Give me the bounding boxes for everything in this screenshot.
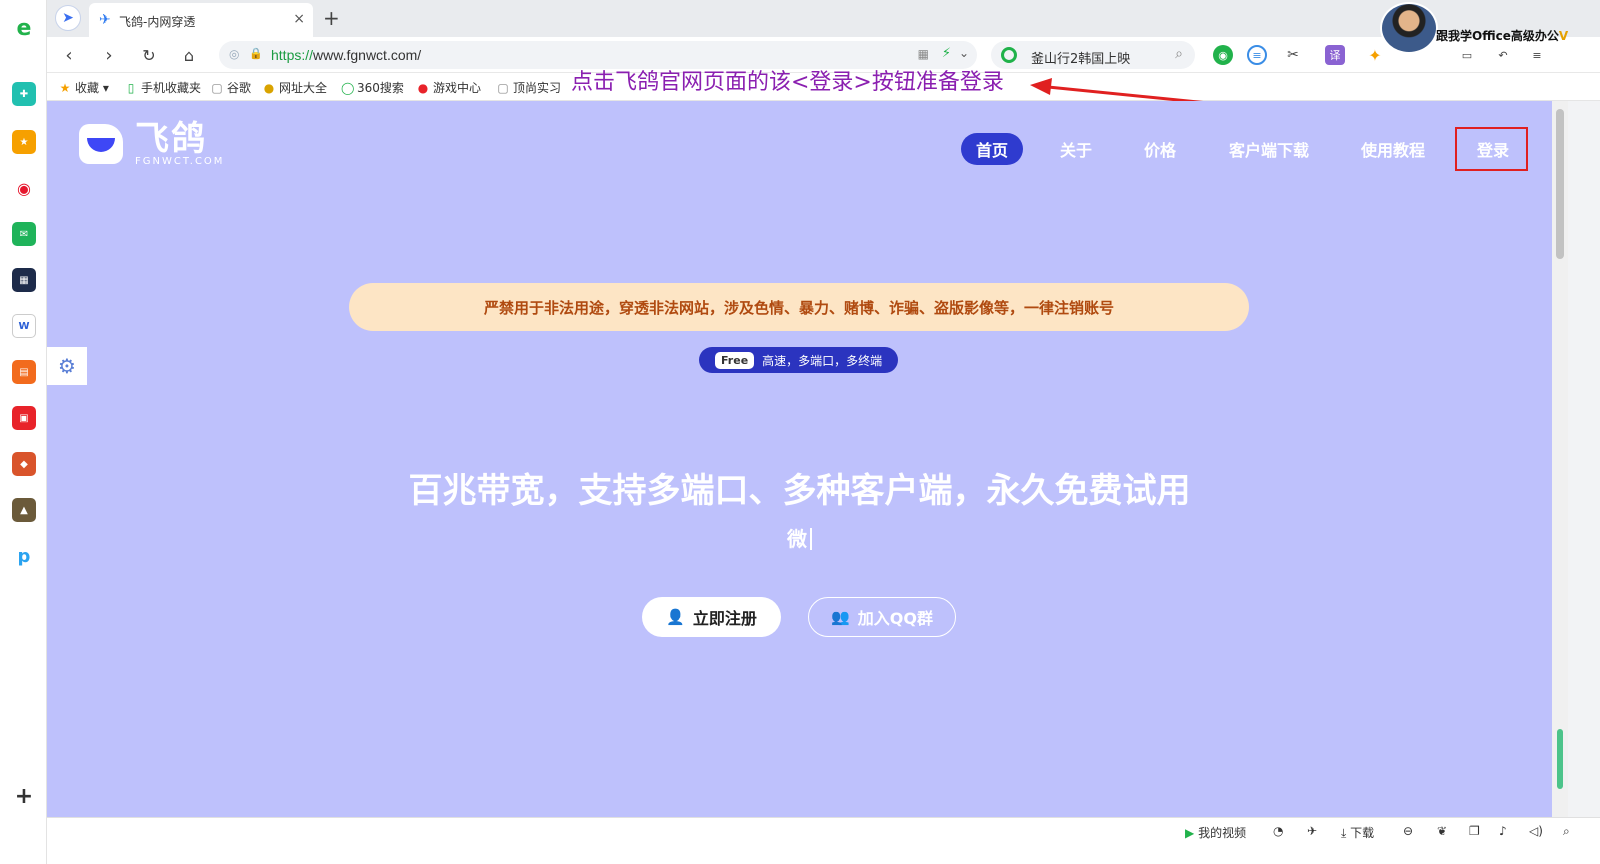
free-badge: Free <box>715 351 755 369</box>
page-scrollbar[interactable] <box>1552 101 1568 817</box>
register-button[interactable]: 👤 立即注册 <box>642 597 781 637</box>
text-caret <box>810 528 812 550</box>
user-icon: 👤 <box>666 608 685 626</box>
my-video-button[interactable]: ▶ 我的视频 <box>1185 824 1246 841</box>
nav-download[interactable]: 客户端下载 <box>1217 133 1321 165</box>
typewriter-text: 微 <box>47 523 1552 552</box>
zoom-icon[interactable]: ⌕ <box>1563 824 1570 839</box>
channel-label: 跟我学Office高级办公V <box>1436 29 1569 43</box>
join-qq-button[interactable]: 👥 加入QQ群 <box>808 597 956 637</box>
mic-icon[interactable]: ♪ <box>1499 824 1507 838</box>
users-icon: 👥 <box>831 608 850 626</box>
scrollbar-thumb[interactable] <box>1556 109 1564 259</box>
speed-icon[interactable]: ◔ <box>1273 824 1283 838</box>
copy-icon[interactable]: ❐ <box>1469 824 1480 838</box>
nav-home[interactable]: 首页 <box>961 133 1023 165</box>
nav-tutorial[interactable]: 使用教程 <box>1347 133 1439 165</box>
status-bar: ▶ 我的视频 ◔ ✈ ⤓ 下载 ⊖ ❦ ❐ ♪ ◁) ⌕ <box>47 817 1600 864</box>
vr-icon[interactable]: ⊖ <box>1403 824 1413 838</box>
leaf-icon[interactable]: ❦ <box>1437 824 1447 838</box>
download-button[interactable]: ⤓ 下载 <box>1341 824 1374 841</box>
hero-headline: 百兆带宽，支持多端口、多种客户端，永久免费试用 <box>408 471 1191 511</box>
settings-gear-icon[interactable]: ⚙ <box>47 347 87 385</box>
rocket-icon[interactable]: ✈ <box>1307 824 1317 838</box>
site-logo[interactable]: 飞鸽 FGNWCT.COM <box>79 121 224 167</box>
feature-pill: Free 高速，多端口，多终端 <box>699 347 898 373</box>
login-highlight-box <box>1455 127 1528 171</box>
warning-notice: 严禁用于非法用途，穿透非法网站，涉及色情、暴力、赌博、诈骗、盗版影像等，一律注销… <box>349 283 1249 331</box>
scroll-indicator <box>1557 729 1563 789</box>
nav-pricing[interactable]: 价格 <box>1131 133 1189 165</box>
play-icon: ▶ <box>1185 826 1195 840</box>
feature-text: 高速，多端口，多终端 <box>762 353 883 368</box>
pigeon-logo-icon <box>79 124 123 164</box>
sound-icon[interactable]: ◁) <box>1529 824 1543 838</box>
download-icon: ⤓ <box>1341 826 1347 840</box>
logo-text: 飞鸽 <box>135 119 207 159</box>
avatar <box>1380 2 1438 54</box>
website-viewport: 飞鸽 FGNWCT.COM 首页 关于 价格 客户端下载 使用教程 登录 严禁用… <box>47 101 1552 817</box>
logo-domain: FGNWCT.COM <box>135 156 225 167</box>
nav-about[interactable]: 关于 <box>1047 133 1105 165</box>
